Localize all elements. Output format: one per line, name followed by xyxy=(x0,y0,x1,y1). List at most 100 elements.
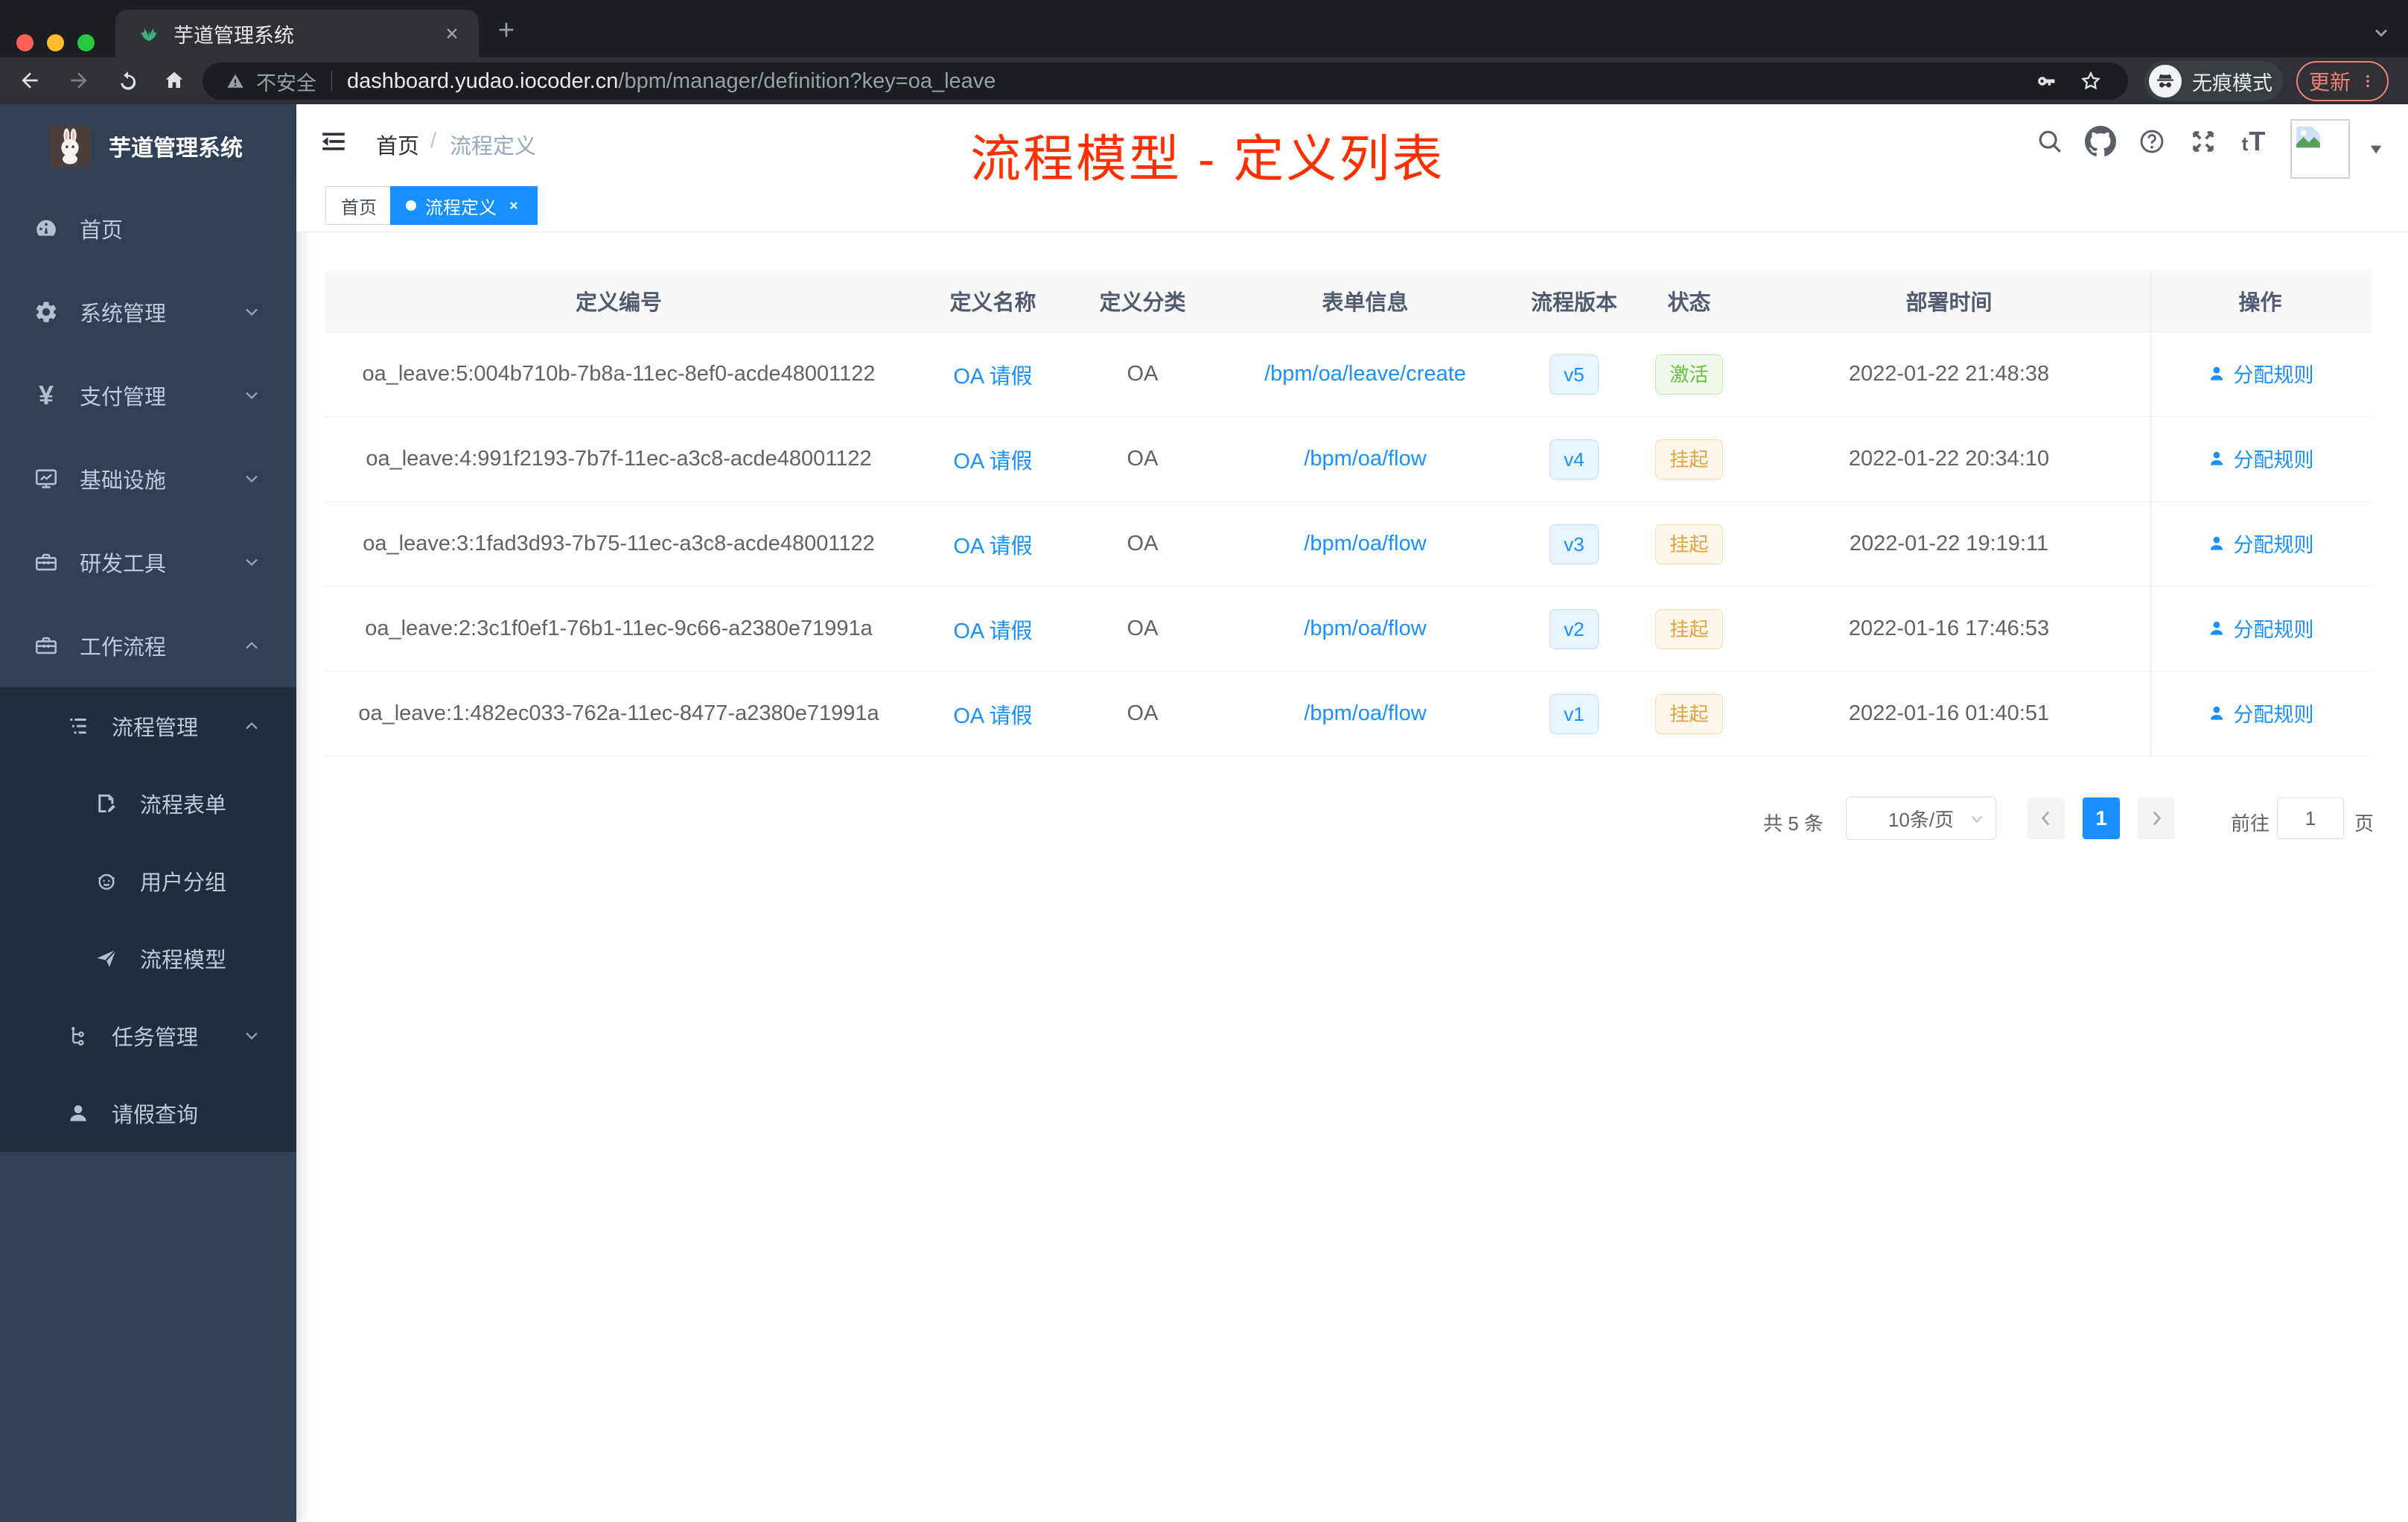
avatar[interactable] xyxy=(2290,119,2350,179)
col-header-definition-id: 定义编号 xyxy=(575,291,662,315)
form-info-link[interactable]: /bpm/oa/leave/create xyxy=(1264,362,1466,386)
help-icon[interactable] xyxy=(2135,124,2169,159)
sidebar-item-label: 首页 xyxy=(80,219,124,243)
page-number-1[interactable]: 1 xyxy=(2083,797,2120,839)
chevron-down-icon xyxy=(241,385,262,406)
deploy-time: 2022-01-16 17:46:53 xyxy=(1848,617,2050,640)
status-badge: 挂起 xyxy=(1655,523,1723,564)
deploy-time: 2022-01-22 19:19:11 xyxy=(1849,532,2049,555)
reload-button[interactable] xyxy=(112,64,144,97)
browser-update-button[interactable]: 更新 xyxy=(2296,61,2389,101)
sidebar-item-label: 流程模型 xyxy=(140,949,227,972)
address-bar[interactable]: 不安全 dashboard.yudao.iocoder.cn/bpm/manag… xyxy=(203,63,2128,100)
sidebar-item-process-model[interactable]: 流程模型 xyxy=(0,920,296,997)
fullscreen-icon[interactable] xyxy=(2186,124,2220,159)
avatar-caret-icon[interactable] xyxy=(2368,143,2384,156)
chevron-up-icon xyxy=(241,635,262,656)
pagination-total: 共 5 条 xyxy=(1763,812,1823,835)
breadcrumb-separator: / xyxy=(430,129,437,153)
tag-close-icon[interactable] xyxy=(506,197,522,214)
sidebar-item-task-management[interactable]: 任务管理 xyxy=(0,997,296,1074)
tab-favicon-icon xyxy=(138,22,160,45)
status-badge: 挂起 xyxy=(1655,608,1723,649)
deploy-time: 2022-01-16 01:40:51 xyxy=(1848,701,2050,725)
sidebar-collapse-button[interactable] xyxy=(319,127,348,156)
prev-page-button[interactable] xyxy=(2028,797,2065,839)
form-edit-icon xyxy=(94,791,119,816)
incognito-label: 无痕模式 xyxy=(2192,71,2272,95)
font-size-icon[interactable]: tT xyxy=(2237,124,2271,159)
table-row: oa_leave:2:3c1f0ef1-76b1-11ec-9c66-a2380… xyxy=(325,587,2372,672)
sidebar-item-home[interactable]: 首页 xyxy=(0,187,296,270)
paper-plane-icon xyxy=(94,946,119,971)
definition-id: oa_leave:5:004b710b-7b8a-11ec-8ef0-acde4… xyxy=(362,362,876,386)
form-info-link[interactable]: /bpm/oa/flow xyxy=(1304,701,1426,725)
assign-rule-link[interactable]: 分配规则 xyxy=(2207,614,2314,643)
bookmark-star-icon[interactable] xyxy=(2079,69,2103,93)
breadcrumb-current: 流程定义 xyxy=(450,135,537,159)
assign-rule-link[interactable]: 分配规则 xyxy=(2207,444,2314,473)
definition-name-link[interactable]: OA 请假 xyxy=(953,535,1032,558)
version-badge: v5 xyxy=(1549,354,1599,395)
sidebar-item-infrastructure[interactable]: 基础设施 xyxy=(0,437,296,520)
page-size-select[interactable]: 10条/页 xyxy=(1846,797,1996,840)
sidebar-item-workflow[interactable]: 工作流程 xyxy=(0,604,296,687)
definition-name-link[interactable]: OA 请假 xyxy=(953,620,1032,643)
breadcrumb-home[interactable]: 首页 xyxy=(376,129,419,160)
home-button[interactable] xyxy=(158,64,191,97)
sidebar-item-leave-query[interactable]: 请假查询 xyxy=(0,1074,296,1152)
sidebar-item-payment[interactable]: ¥ 支付管理 xyxy=(0,354,296,437)
version-badge: v4 xyxy=(1549,439,1599,480)
next-page-button[interactable] xyxy=(2138,797,2175,839)
forward-button[interactable] xyxy=(63,64,95,97)
deploy-time: 2022-01-22 21:48:38 xyxy=(1848,362,2050,386)
app-logo-row[interactable]: 芋道管理系统 xyxy=(0,104,296,187)
sidebar-item-user-group[interactable]: 用户分组 xyxy=(0,842,296,920)
form-info-link[interactable]: /bpm/oa/flow xyxy=(1304,617,1426,640)
sidebar: 芋道管理系统 首页 系统管理 ¥ 支付管理 基础设施 研发工具 工作流程 流程管… xyxy=(0,104,296,1522)
assign-rule-link[interactable]: 分配规则 xyxy=(2207,359,2314,388)
tag-home[interactable]: 首页 xyxy=(325,186,392,225)
sidebar-item-process-management[interactable]: 流程管理 xyxy=(0,687,296,765)
definition-name-link[interactable]: OA 请假 xyxy=(953,365,1032,389)
robot-face-icon xyxy=(94,868,119,894)
traffic-light-zoom[interactable] xyxy=(77,34,95,51)
github-icon[interactable] xyxy=(2083,124,2118,159)
goto-page-input[interactable] xyxy=(2277,797,2344,839)
assign-rule-link[interactable]: 分配规则 xyxy=(2207,529,2314,558)
definition-name-link[interactable]: OA 请假 xyxy=(953,704,1032,728)
traffic-light-close[interactable] xyxy=(16,34,34,51)
definition-category: OA xyxy=(1127,362,1159,386)
page-size-value: 10条/页 xyxy=(1888,808,1955,831)
tab-search-chevron-icon[interactable] xyxy=(2371,22,2392,43)
security-label[interactable]: 不安全 xyxy=(256,67,316,96)
form-info-link[interactable]: /bpm/oa/flow xyxy=(1304,447,1426,471)
sidebar-item-label: 研发工具 xyxy=(80,553,167,576)
form-info-link[interactable]: /bpm/oa/flow xyxy=(1304,532,1426,555)
browser-menu-dots-icon[interactable] xyxy=(2360,70,2376,92)
url-host: dashboard.yudao.iocoder.cn xyxy=(347,69,619,93)
definition-id: oa_leave:4:991f2193-7b7f-11ec-a3c8-acde4… xyxy=(366,447,872,471)
tab-close-icon[interactable] xyxy=(443,25,461,42)
active-tag-dot xyxy=(406,200,416,211)
definition-name-link[interactable]: OA 请假 xyxy=(953,450,1032,474)
new-tab-button[interactable] xyxy=(494,18,518,42)
toolbox-icon xyxy=(34,633,59,658)
browser-tab[interactable]: 芋道管理系统 xyxy=(115,10,479,57)
definition-id: oa_leave:3:1fad3d93-7b75-11ec-a3c8-acde4… xyxy=(363,532,875,555)
assign-rule-link[interactable]: 分配规则 xyxy=(2207,698,2314,727)
assign-rule-label: 分配规则 xyxy=(2233,449,2314,472)
password-key-icon[interactable] xyxy=(2034,70,2057,92)
sidebar-item-system[interactable]: 系统管理 xyxy=(0,270,296,354)
tag-process-definition[interactable]: 流程定义 xyxy=(390,186,538,225)
search-icon[interactable] xyxy=(2033,124,2067,159)
table-row: oa_leave:3:1fad3d93-7b75-11ec-a3c8-acde4… xyxy=(325,502,2372,587)
chevron-down-icon xyxy=(241,468,262,489)
gear-icon xyxy=(34,299,59,325)
tab-title: 芋道管理系统 xyxy=(173,24,294,47)
tree-icon xyxy=(66,1023,91,1048)
back-button[interactable] xyxy=(13,64,46,97)
sidebar-item-process-form[interactable]: 流程表单 xyxy=(0,765,296,842)
sidebar-item-dev-tools[interactable]: 研发工具 xyxy=(0,520,296,604)
traffic-light-minimize[interactable] xyxy=(47,34,64,51)
